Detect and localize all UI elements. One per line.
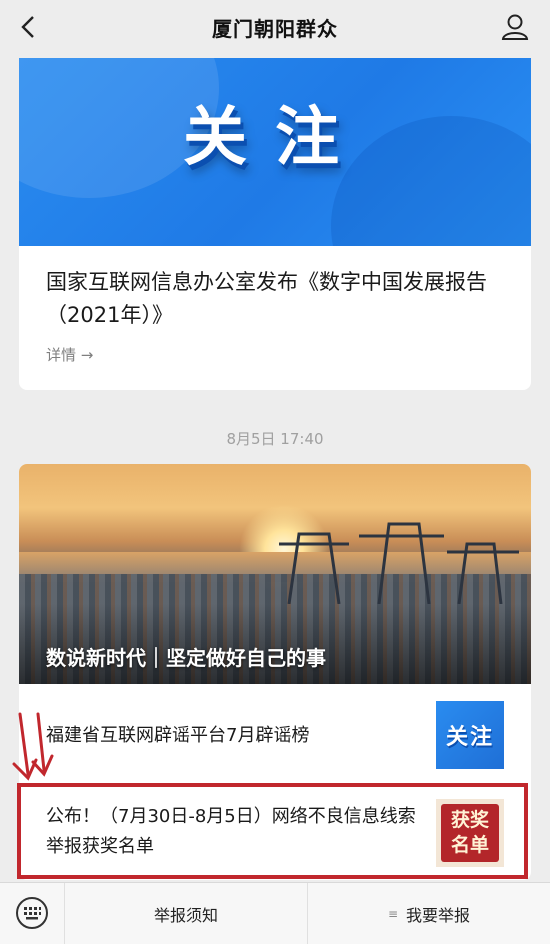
port-cranes-graphic	[279, 522, 519, 604]
back-arrow-icon[interactable]	[14, 12, 44, 42]
list-item[interactable]: 福建省互联网辟谣平台7月辟谣榜 关注	[19, 684, 531, 786]
keyboard-icon[interactable]	[12, 893, 52, 933]
message-timestamp: 8月5日 17:40	[226, 430, 324, 448]
cover-banner-text: 关注	[183, 101, 367, 175]
top-bar: 厦门朝阳群众	[0, 0, 550, 54]
details-link[interactable]: 详情 →	[46, 344, 93, 365]
page-title: 厦门朝阳群众	[212, 16, 338, 41]
menu-lines-icon: ≡	[387, 906, 399, 921]
menu-submit-report[interactable]: ≡ 我要举报	[308, 883, 550, 944]
menu-label: 我要举报	[406, 905, 471, 925]
highlight-box-annotation	[17, 783, 528, 879]
cover-caption: 数说新时代｜坚定做好自己的事	[46, 646, 326, 670]
list-item-thumbnail: 关注	[436, 701, 504, 769]
menu-report-guide[interactable]: 举报须知	[65, 883, 307, 944]
user-icon[interactable]	[500, 12, 530, 42]
menu-label: 举报须知	[153, 905, 218, 925]
bottom-menu-bar: 举报须知 ≡ 我要举报	[0, 882, 550, 944]
thumbnail-text: 关注	[445, 725, 494, 750]
article-title[interactable]: 国家互联网信息办公室发布《数字中国发展报告（2021年）》	[46, 266, 514, 332]
red-arrows-annotation	[12, 712, 54, 781]
article-cover-image[interactable]: 数说新时代｜坚定做好自己的事	[19, 464, 531, 684]
article-card[interactable]: 关注 国家互联网信息办公室发布《数字中国发展报告（2021年）》 详情 →	[19, 58, 531, 390]
article-cover-image: 关注	[19, 58, 531, 246]
list-item-title: 福建省互联网辟谣平台7月辟谣榜	[46, 725, 310, 746]
